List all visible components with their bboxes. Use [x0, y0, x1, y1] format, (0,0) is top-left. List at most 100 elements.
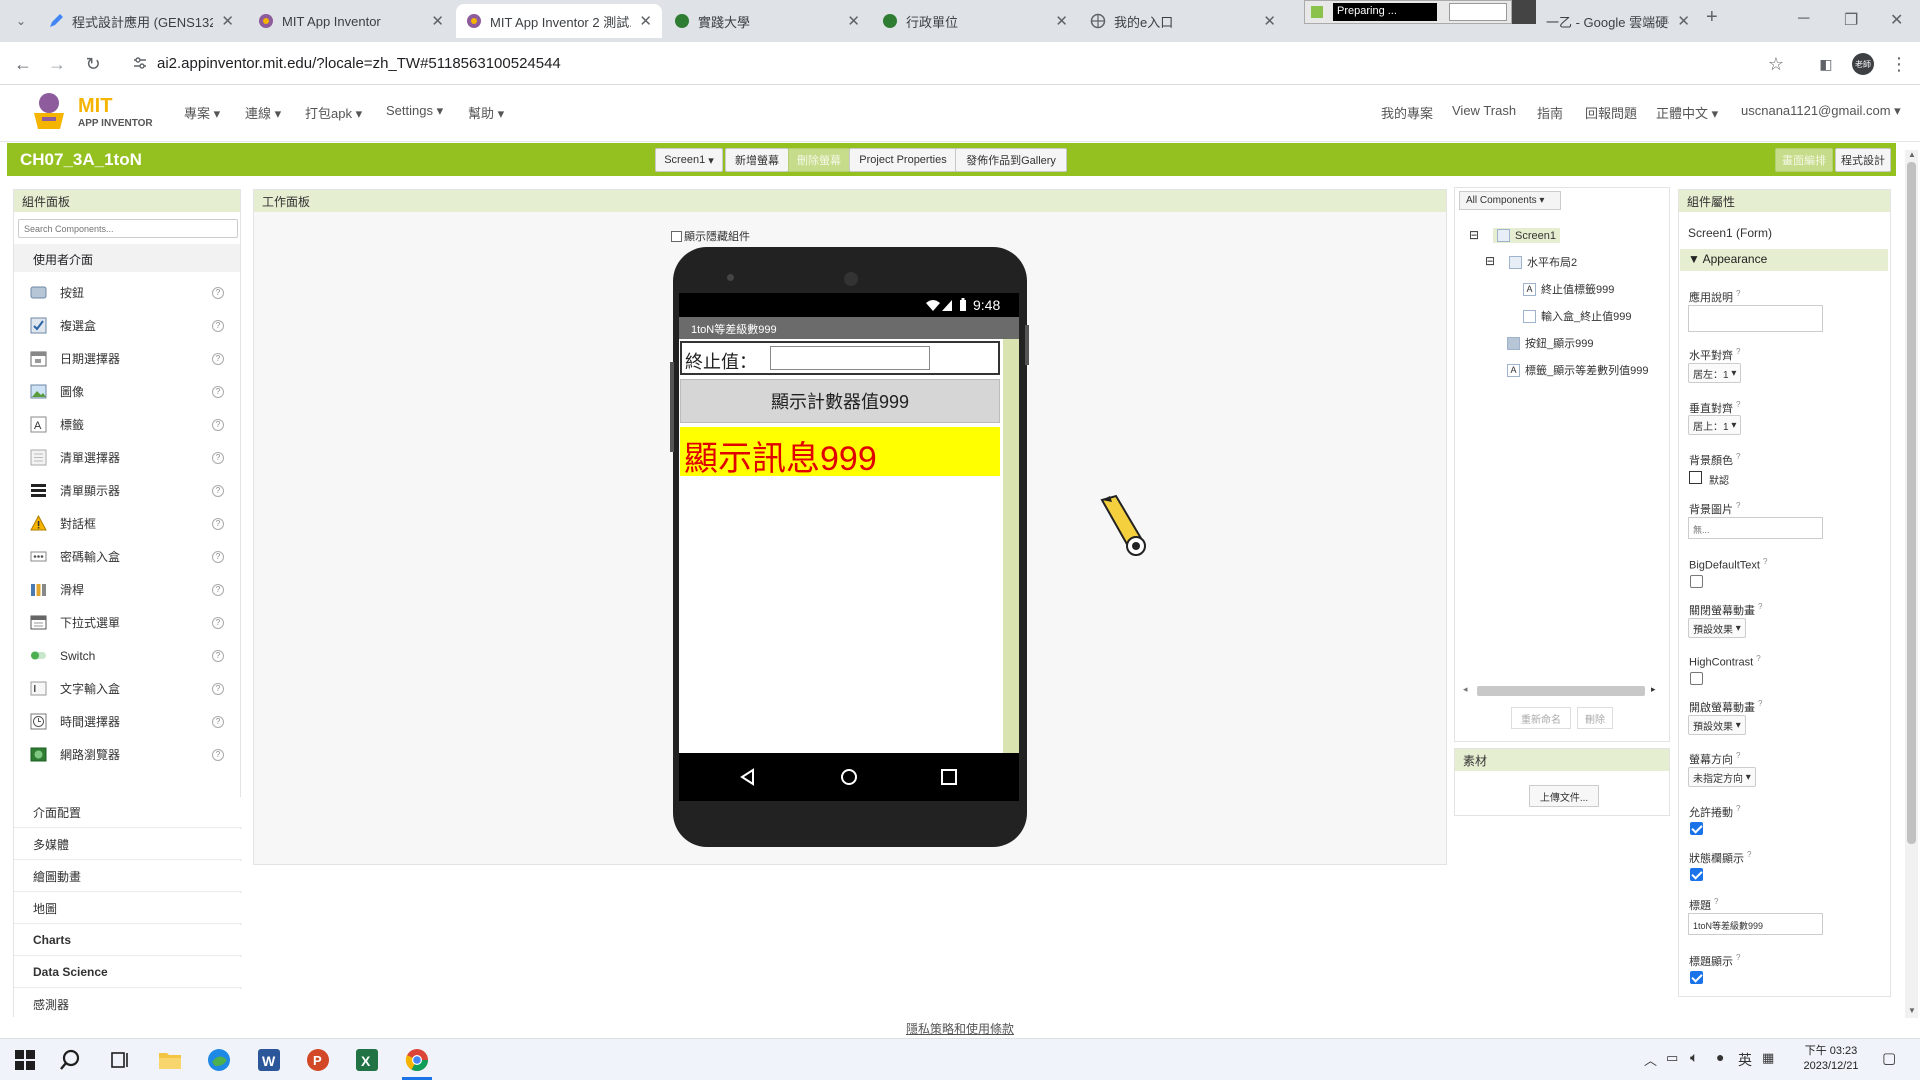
- close-animation-dropdown[interactable]: 預設效果 ▾: [1688, 618, 1746, 638]
- browser-tab[interactable]: 行政單位 ✕: [872, 4, 1078, 38]
- tree-node-show-button[interactable]: 按鈕_顯示999: [1507, 335, 1593, 351]
- volume-icon[interactable]: 🔈︎: [1690, 1049, 1698, 1066]
- palette-item-switch[interactable]: Switch ?: [14, 639, 242, 672]
- close-icon[interactable]: ✕: [221, 12, 234, 30]
- category-maps[interactable]: 地圖: [14, 893, 242, 924]
- close-icon[interactable]: ✕: [1263, 12, 1276, 30]
- designer-button[interactable]: 畫面編排: [1775, 148, 1833, 172]
- upload-file-button[interactable]: 上傳文件...: [1529, 785, 1599, 807]
- palette-item-spinner[interactable]: 下拉式選單 ?: [14, 606, 242, 639]
- windows-start-icon[interactable]: [12, 1047, 38, 1073]
- big-default-text-checkbox[interactable]: [1690, 575, 1703, 588]
- menu-connect[interactable]: 連線 ▾: [245, 103, 281, 122]
- appearance-section[interactable]: ▼ Appearance: [1680, 249, 1888, 271]
- close-icon[interactable]: ✕: [1055, 12, 1068, 30]
- category-drawing-animation[interactable]: 繪圖動畫: [14, 861, 242, 892]
- close-icon[interactable]: ✕: [1677, 12, 1690, 30]
- restore-button[interactable]: ❐: [1844, 10, 1858, 30]
- site-settings-icon[interactable]: [132, 55, 148, 71]
- align-horizontal-dropdown[interactable]: 居左：1 ▾: [1688, 363, 1742, 383]
- menu-project[interactable]: 專案 ▾: [184, 103, 220, 122]
- browser-tab[interactable]: 實踐大學 ✕: [664, 4, 870, 38]
- help-icon[interactable]: ?: [212, 715, 224, 728]
- keyboard-icon[interactable]: ▦: [1762, 1050, 1774, 1066]
- help-icon[interactable]: ?: [212, 451, 224, 464]
- new-tab-button[interactable]: +: [1706, 6, 1718, 29]
- language-menu[interactable]: 正體中文 ▾: [1656, 103, 1718, 122]
- add-screen-button[interactable]: 新增螢幕: [725, 148, 789, 172]
- link-view-trash[interactable]: View Trash: [1452, 103, 1516, 118]
- palette-item-timepicker[interactable]: 時間選擇器 ?: [14, 705, 242, 738]
- back-icon[interactable]: ←: [10, 51, 36, 77]
- help-icon[interactable]: ?: [212, 385, 224, 398]
- page-scroll-down-icon[interactable]: ▼: [1908, 1006, 1916, 1015]
- background-image-field[interactable]: 無...: [1688, 517, 1823, 539]
- help-icon[interactable]: ?: [212, 286, 224, 299]
- palette-item-slider[interactable]: 滑桿 ?: [14, 573, 242, 606]
- forward-icon[interactable]: →: [44, 51, 70, 77]
- tab-search-button[interactable]: ⌄: [8, 8, 34, 34]
- powerpoint-icon[interactable]: P: [305, 1047, 331, 1073]
- show-counter-button[interactable]: 顯示計數器值999: [680, 379, 1000, 423]
- help-icon[interactable]: ?: [212, 748, 224, 761]
- menu-build[interactable]: 打包apk ▾: [305, 103, 362, 122]
- browser-tab[interactable]: 一乙 - Google 雲端硬碟 ✕: [1536, 4, 1700, 38]
- clock[interactable]: 下午 03:23 2023/12/21: [1796, 1044, 1866, 1074]
- notification-icon[interactable]: ▢: [1882, 1049, 1896, 1067]
- category-data-science[interactable]: Data Science: [14, 957, 242, 988]
- category-sensors[interactable]: 感測器: [14, 989, 242, 1020]
- tree-toggle-screen1[interactable]: ⊟: [1469, 228, 1479, 242]
- microphone-icon[interactable]: ●: [1716, 1049, 1724, 1065]
- tray-chevron-icon[interactable]: ︿: [1644, 1050, 1657, 1069]
- help-icon[interactable]: ?: [212, 550, 224, 563]
- open-animation-dropdown[interactable]: 預設效果 ▾: [1688, 715, 1746, 735]
- category-user-interface[interactable]: 使用者介面: [14, 244, 240, 272]
- palette-item-listview[interactable]: 清單顯示器 ?: [14, 474, 242, 507]
- close-icon[interactable]: ✕: [431, 12, 444, 30]
- all-components-dropdown[interactable]: All Components ▾: [1459, 191, 1561, 210]
- tree-horizontal-scrollbar[interactable]: [1477, 686, 1645, 696]
- address-bar[interactable]: ai2.appinventor.mit.edu/?locale=zh_TW#51…: [124, 47, 1790, 80]
- minimize-button[interactable]: ─: [1798, 10, 1809, 28]
- close-icon[interactable]: ✕: [847, 12, 860, 30]
- side-panel-icon[interactable]: ◧: [1813, 51, 1839, 77]
- palette-item-checkbox[interactable]: 複選盒 ?: [14, 309, 242, 342]
- palette-item-datepicker[interactable]: 日期選擇器 ?: [14, 342, 242, 375]
- link-report-issue[interactable]: 回報問題: [1585, 103, 1637, 122]
- align-vertical-dropdown[interactable]: 居上：1 ▾: [1688, 415, 1742, 435]
- help-icon[interactable]: ?: [212, 649, 224, 662]
- blocks-button[interactable]: 程式設計: [1835, 148, 1891, 172]
- reload-icon[interactable]: ↻: [80, 51, 106, 77]
- page-scrollbar-thumb[interactable]: [1907, 162, 1916, 844]
- privacy-terms-link[interactable]: 隱私策略和使用條款: [906, 1022, 1014, 1036]
- help-icon[interactable]: ?: [212, 517, 224, 530]
- rename-button[interactable]: 重新命名: [1511, 707, 1571, 729]
- category-media[interactable]: 多媒體: [14, 829, 242, 860]
- category-layout[interactable]: 介面配置: [14, 797, 242, 828]
- network-icon[interactable]: ▭: [1666, 1050, 1678, 1066]
- close-icon[interactable]: ✕: [639, 12, 652, 30]
- help-icon[interactable]: ?: [212, 352, 224, 365]
- user-menu[interactable]: uscnana1121@gmail.com ▾: [1741, 103, 1901, 119]
- task-view-icon[interactable]: [107, 1047, 133, 1073]
- help-icon[interactable]: ?: [212, 484, 224, 497]
- about-screen-textarea[interactable]: [1688, 305, 1823, 332]
- help-icon[interactable]: ?: [212, 616, 224, 629]
- link-guide[interactable]: 指南: [1537, 103, 1563, 122]
- scroll-left-icon[interactable]: ◂: [1463, 684, 1468, 695]
- palette-item-label-component[interactable]: A 標籤 ?: [14, 408, 242, 441]
- title-input[interactable]: 1toN等差級數999: [1688, 913, 1823, 935]
- window-close-button[interactable]: ✕: [1890, 10, 1903, 30]
- search-icon[interactable]: [59, 1047, 85, 1073]
- delete-button[interactable]: 刪除: [1577, 707, 1613, 729]
- page-scrollbar[interactable]: ▲ ▼: [1905, 150, 1918, 1020]
- palette-item-listpicker[interactable]: 清單選擇器 ?: [14, 441, 242, 474]
- palette-item-textbox[interactable]: 文字輸入盒 ?: [14, 672, 242, 705]
- help-icon[interactable]: ?: [212, 583, 224, 596]
- high-contrast-checkbox[interactable]: [1690, 672, 1703, 685]
- palette-item-webviewer[interactable]: 網路瀏覽器 ?: [14, 738, 242, 771]
- tree-node-horizontal-arrangement[interactable]: 水平布局2: [1509, 254, 1577, 270]
- background-color-swatch[interactable]: [1689, 471, 1702, 484]
- browser-tab-active[interactable]: MIT App Inventor 2 測試... ✕: [456, 4, 662, 38]
- show-hidden-components[interactable]: 顯示隱藏組件: [671, 228, 750, 244]
